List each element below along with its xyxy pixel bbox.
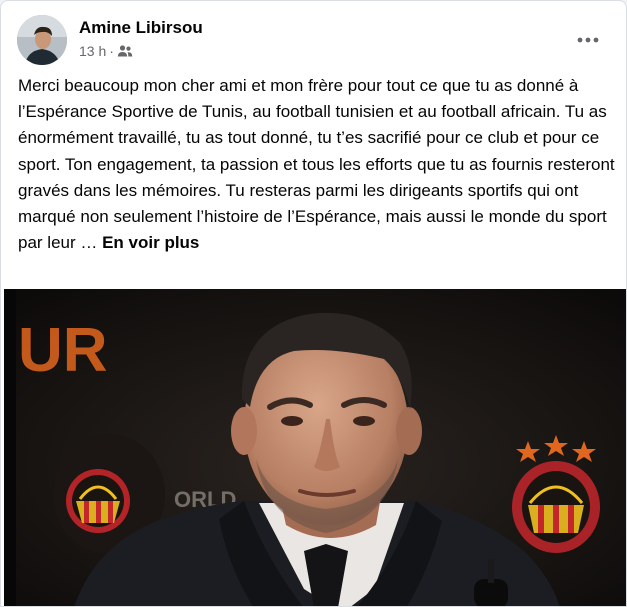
banner-text-left: UR [18, 316, 108, 385]
post-header: Amine Libirsou 13 h · [17, 15, 610, 67]
post-time[interactable]: 13 h [79, 43, 106, 59]
meta-separator: · [109, 43, 114, 59]
see-more-link[interactable]: En voir plus [102, 233, 199, 252]
post-text: Merci beaucoup mon cher ami et mon frère… [18, 73, 618, 256]
avatar[interactable] [17, 15, 67, 65]
post-photo[interactable]: UR ORLD [4, 289, 626, 606]
more-icon [577, 30, 599, 48]
more-options-button[interactable] [570, 21, 606, 57]
group-icon[interactable] [117, 44, 133, 58]
post-card: Amine Libirsou 13 h · Merci beaucoup mon… [0, 0, 627, 607]
post-body: Merci beaucoup mon cher ami et mon frère… [18, 76, 615, 253]
post-meta: 13 h · [79, 43, 133, 59]
author-name[interactable]: Amine Libirsou [79, 18, 203, 38]
